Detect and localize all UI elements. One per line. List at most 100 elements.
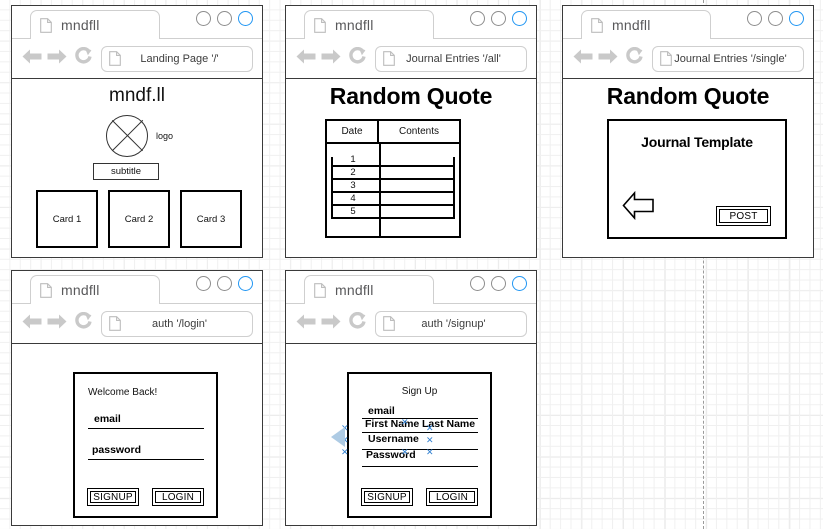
table-row[interactable]: 4 — [327, 193, 379, 204]
arrow-right-icon[interactable] — [46, 313, 68, 335]
maximize-button[interactable] — [491, 11, 506, 26]
window-controls[interactable] — [196, 276, 253, 291]
card-2[interactable]: Card 2 — [108, 190, 170, 248]
page-viewport-journal-all: Random Quote Date Contents 1 2 3 4 5 — [286, 79, 536, 256]
document-icon — [109, 51, 121, 66]
address-bar[interactable]: auth '/signup' — [375, 310, 527, 337]
reload-icon[interactable] — [74, 46, 93, 71]
signup-button[interactable]: SIGNUP — [361, 488, 413, 506]
table-row[interactable]: 3 — [327, 180, 379, 191]
card-3[interactable]: Card 3 — [180, 190, 242, 248]
window-controls[interactable] — [470, 11, 527, 26]
close-button[interactable] — [238, 276, 253, 291]
entries-table[interactable]: Date Contents 1 2 3 4 5 — [325, 119, 461, 238]
password-field-underline[interactable] — [88, 459, 204, 460]
window-controls[interactable] — [747, 11, 804, 26]
journal-template-panel[interactable]: Journal Template POST — [607, 119, 787, 239]
close-button[interactable] — [789, 11, 804, 26]
table-column-divider — [379, 144, 381, 236]
browser-tab[interactable]: mndfll — [304, 10, 434, 39]
minimize-button[interactable] — [196, 276, 211, 291]
email-field-label: email — [368, 405, 395, 417]
arrow-left-outline-icon[interactable] — [622, 190, 655, 225]
maximize-button[interactable] — [491, 276, 506, 291]
browser-tab-label: mndfll — [612, 17, 651, 33]
table-row[interactable]: 5 — [327, 206, 379, 217]
arrow-left-icon[interactable] — [21, 313, 43, 335]
reload-icon[interactable] — [625, 46, 644, 71]
table-row-rule — [331, 191, 455, 193]
window-controls[interactable] — [470, 276, 527, 291]
close-button[interactable] — [512, 276, 527, 291]
close-button[interactable] — [238, 11, 253, 26]
arrow-right-icon[interactable] — [46, 48, 68, 70]
browser-frame-auth-login[interactable]: mndfll auth '/login' Welcome Back! email… — [11, 270, 263, 526]
window-controls[interactable] — [196, 11, 253, 26]
password-field-underline[interactable] — [362, 466, 478, 467]
reload-icon[interactable] — [348, 311, 367, 336]
table-row[interactable]: 1 — [327, 154, 379, 165]
resize-handle-icon[interactable]: ✕ — [426, 436, 434, 445]
maximize-button[interactable] — [768, 11, 783, 26]
minimize-button[interactable] — [470, 11, 485, 26]
minimize-button[interactable] — [196, 11, 211, 26]
maximize-button[interactable] — [217, 276, 232, 291]
close-button[interactable] — [512, 11, 527, 26]
signup-button[interactable]: SIGNUP — [87, 488, 139, 506]
login-card[interactable]: Welcome Back! email password SIGNUP LOGI… — [73, 372, 218, 518]
arrow-right-icon[interactable] — [597, 48, 619, 70]
browser-frame-journal-all[interactable]: mndfll Journal Entries '/all' Random Quo… — [285, 5, 537, 258]
document-icon — [660, 51, 672, 66]
resize-handle-icon[interactable]: ✕ — [426, 448, 434, 457]
arrow-left-icon[interactable] — [21, 48, 43, 70]
browser-tab[interactable]: mndfll — [581, 10, 711, 39]
arrow-right-icon[interactable] — [320, 313, 342, 335]
page-heading: Random Quote — [606, 83, 770, 109]
browser-tab[interactable]: mndfll — [30, 275, 160, 304]
login-button[interactable]: LOGIN — [426, 488, 478, 506]
card-1[interactable]: Card 1 — [36, 190, 98, 248]
arrow-right-icon[interactable] — [320, 48, 342, 70]
minimize-button[interactable] — [470, 276, 485, 291]
resize-handle-icon[interactable]: ✕ — [401, 448, 409, 457]
address-bar[interactable]: Landing Page '/' — [101, 45, 253, 72]
maximize-button[interactable] — [217, 11, 232, 26]
triangle-left-icon[interactable] — [330, 426, 346, 453]
document-icon — [383, 316, 395, 331]
arrow-left-icon[interactable] — [572, 48, 594, 70]
signup-button-label: SIGNUP — [90, 491, 136, 503]
logo-label: logo — [156, 131, 174, 141]
address-bar[interactable]: Journal Entries '/all' — [375, 45, 527, 72]
browser-frame-journal-single[interactable]: mndfll Journal Entries '/single' Random … — [562, 5, 814, 258]
browser-tab[interactable]: mndfll — [30, 10, 160, 39]
browser-frame-landing[interactable]: mndfll Landing Page '/' mndf.ll logo sub… — [11, 5, 263, 258]
minimize-button[interactable] — [747, 11, 762, 26]
reload-icon[interactable] — [348, 46, 367, 71]
post-button[interactable]: POST — [716, 206, 771, 226]
resize-handle-icon[interactable]: ✕ — [401, 418, 409, 427]
email-field-underline[interactable] — [88, 428, 204, 429]
login-button[interactable]: LOGIN — [152, 488, 204, 506]
page-title: mndf.ll — [109, 85, 165, 106]
subtitle-box[interactable]: subtitle — [93, 163, 159, 180]
browser-toolbar: Landing Page '/' — [12, 39, 262, 79]
wireframe-canvas[interactable]: mndfll Landing Page '/' mndf.ll logo sub… — [0, 0, 823, 529]
address-bar[interactable]: auth '/login' — [101, 310, 253, 337]
arrow-left-icon[interactable] — [295, 313, 317, 335]
signup-button-label: SIGNUP — [364, 491, 410, 503]
table-edge-tick — [453, 157, 455, 219]
browser-tab[interactable]: mndfll — [304, 275, 434, 304]
image-placeholder-icon — [106, 115, 148, 157]
table-edge-tick — [331, 157, 333, 219]
page-viewport-landing: mndf.ll logo subtitle Card 1 Card 2 Card… — [12, 79, 262, 256]
arrow-left-icon[interactable] — [295, 48, 317, 70]
table-row[interactable]: 2 — [327, 167, 379, 178]
resize-handle-icon[interactable]: ✕ — [426, 424, 434, 433]
browser-frame-auth-signup[interactable]: mndfll auth '/signup' Sign Up email Firs… — [285, 270, 537, 526]
signup-card[interactable]: Sign Up email First Name Last Name Usern… — [341, 372, 492, 518]
address-bar-text: Landing Page '/' — [140, 52, 219, 65]
reload-icon[interactable] — [74, 311, 93, 336]
document-icon — [40, 17, 52, 33]
address-bar[interactable]: Journal Entries '/single' — [652, 45, 804, 72]
table-row-rule — [331, 204, 455, 206]
